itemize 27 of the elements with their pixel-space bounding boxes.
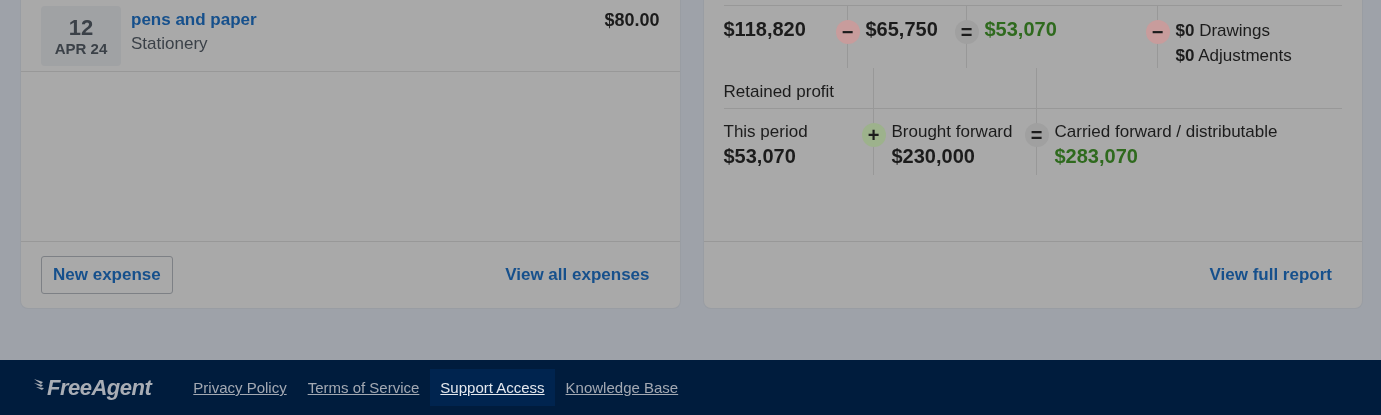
summary-amount: $65,750 bbox=[865, 18, 939, 41]
retained-label: Carried forward / distributable bbox=[1054, 122, 1279, 142]
minus-sign: − bbox=[1145, 20, 1170, 44]
footer-link[interactable]: Support Access bbox=[430, 369, 555, 406]
footer-link[interactable]: Knowledge Base bbox=[555, 369, 689, 406]
date-month: APR 24 bbox=[54, 39, 108, 57]
expense-amount: $80.00 bbox=[604, 9, 660, 31]
logo-text: FreeAgent bbox=[47, 374, 152, 401]
retained-amount: $230,000 bbox=[891, 145, 976, 168]
retained-profit-title: Retained profit bbox=[723, 81, 836, 103]
summary-amount: $53,070 bbox=[984, 18, 1058, 41]
date-day: 12 bbox=[68, 15, 94, 40]
retained-amount: $283,070 bbox=[1054, 145, 1139, 168]
footer-link[interactable]: Terms of Service bbox=[297, 369, 430, 406]
retained-label: Brought forward bbox=[891, 122, 1014, 142]
footer-link[interactable]: Privacy Policy bbox=[183, 369, 297, 406]
equals-sign: = bbox=[954, 20, 979, 44]
plus-sign: + bbox=[861, 123, 886, 147]
deduction-line: $0 Adjustments bbox=[1175, 45, 1292, 67]
summary-amount: $118,820 bbox=[723, 18, 807, 41]
retained-amount: $53,070 bbox=[723, 145, 797, 168]
retained-label: This period bbox=[723, 122, 809, 142]
deduction-line: $0 Drawings bbox=[1175, 20, 1270, 42]
minus-sign: − bbox=[835, 20, 860, 44]
equals-sign: = bbox=[1024, 123, 1049, 147]
wing-icon bbox=[33, 376, 47, 391]
expense-category: Stationery bbox=[131, 34, 209, 54]
